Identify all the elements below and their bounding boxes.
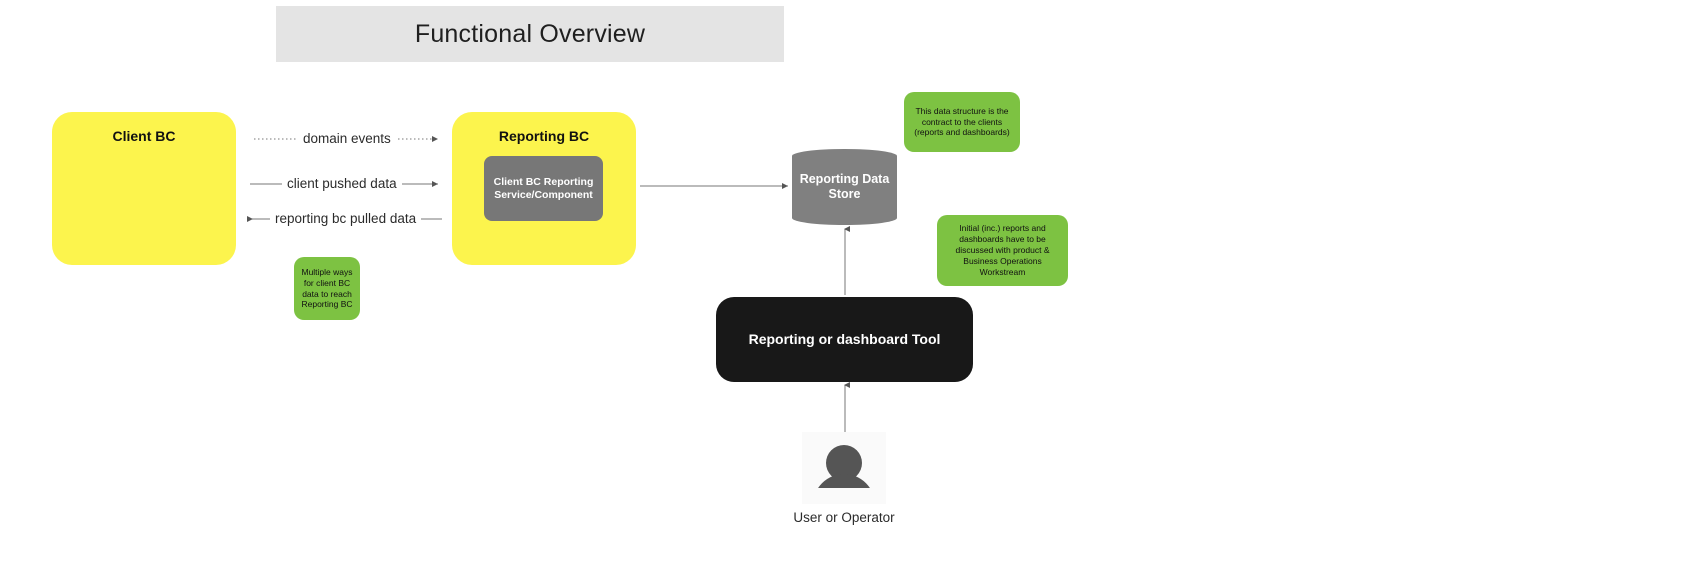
note-contract[interactable]: This data structure is the contract to t… [904, 92, 1020, 152]
note-initial-reports[interactable]: Initial (inc.) reports and dashboards ha… [937, 215, 1068, 286]
note-multiple-ways[interactable]: Multiple ways for client BC data to reac… [294, 257, 360, 320]
actor-user-or-operator-label: User or Operator [793, 510, 895, 525]
node-client-bc-label: Client BC [112, 128, 176, 144]
node-client-bc[interactable]: Client BC [52, 112, 236, 265]
node-reporting-or-dashboard-tool[interactable]: Reporting or dashboard Tool [716, 297, 973, 382]
node-reporting-data-store-label: Reporting Data Store [799, 172, 890, 201]
node-client-bc-reporting-service[interactable]: Client BC Reporting Service/Component [484, 156, 603, 221]
page-title: Functional Overview [414, 19, 646, 48]
edge-label-reporting-pulled-data: reporting bc pulled data [270, 211, 422, 226]
actor-user-or-operator[interactable] [802, 432, 886, 504]
node-reporting-data-store[interactable]: Reporting Data Store [792, 149, 897, 225]
diagram-canvas: Functional Overview Client BC Reporting … [0, 0, 1700, 576]
diagram-title-banner: Functional Overview [276, 6, 784, 62]
edge-label-client-pushed-data: client pushed data [282, 176, 402, 191]
edge-label-domain-events: domain events [298, 131, 396, 146]
person-icon-body [813, 474, 875, 488]
node-reporting-bc-label: Reporting BC [498, 128, 590, 144]
